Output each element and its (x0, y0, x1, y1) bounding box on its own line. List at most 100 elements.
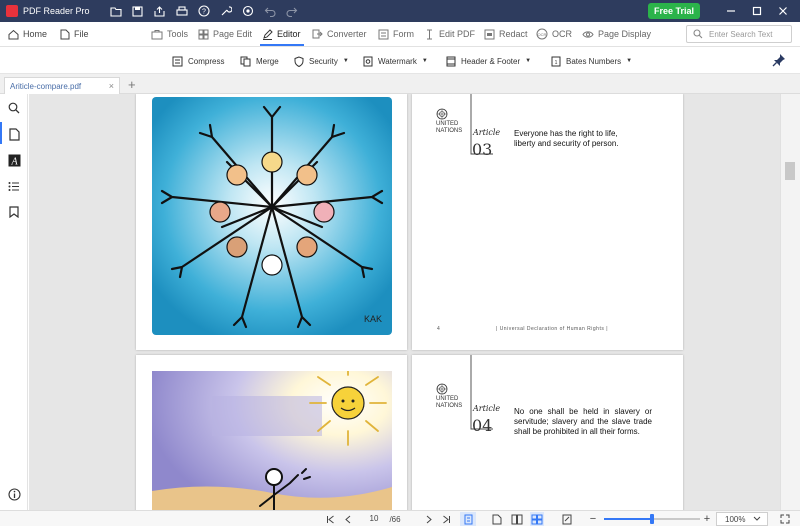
watermark-label: Watermark (378, 56, 417, 66)
minimize-icon[interactable] (718, 0, 744, 22)
menu-home[interactable]: Home (8, 25, 47, 43)
menu-edit-pdf[interactable]: Edit PDF (424, 25, 475, 43)
menu-redact-label: Redact (499, 29, 528, 39)
share-icon[interactable] (150, 1, 170, 21)
header-footer-icon (446, 56, 456, 66)
shield-icon (294, 55, 304, 67)
pdf-page-illustration-circle: KAK (136, 94, 407, 350)
current-page-input[interactable]: 10 (363, 512, 385, 525)
convert-icon (312, 29, 323, 38)
document-tab[interactable]: Ariticle-compare.pdf × (4, 77, 120, 94)
un-emblem-icon (436, 383, 448, 395)
last-page-icon[interactable] (440, 512, 452, 526)
menu-page-edit[interactable]: Page Edit (198, 25, 252, 43)
menu-edit-pdf-label: Edit PDF (439, 29, 476, 39)
watermark-icon (363, 56, 373, 66)
single-page-view-icon[interactable] (490, 512, 504, 526)
two-page-continuous-icon[interactable] (530, 512, 544, 526)
menu-editor[interactable]: Editor (262, 25, 301, 43)
toolbox-icon (151, 29, 163, 39)
menu-ocr[interactable]: OCR OCR (536, 25, 572, 43)
bates-numbers-label: Bates Numbers (566, 56, 622, 66)
header-footer-dropdown[interactable]: Header & Footer ▼ (446, 53, 531, 69)
text-icon[interactable]: A (6, 152, 22, 168)
watermark-dropdown[interactable]: Watermark ▼ (363, 53, 428, 69)
first-page-icon[interactable] (324, 512, 336, 526)
maximize-icon[interactable] (744, 0, 770, 22)
fullscreen-icon[interactable] (778, 512, 792, 526)
new-tab-button[interactable]: + (128, 77, 136, 92)
un-label-line2: NATIONS (436, 403, 463, 409)
search-input[interactable]: Enter Search Text (686, 25, 792, 43)
bates-numbers-dropdown[interactable]: 1 Bates Numbers ▼ (551, 53, 632, 69)
menu-file[interactable]: File (60, 25, 89, 43)
app-title: PDF Reader Pro (23, 6, 90, 16)
previous-page-icon[interactable] (342, 512, 354, 526)
menu-redact[interactable]: Redact (484, 25, 528, 43)
menu-converter[interactable]: Converter (312, 25, 367, 43)
free-trial-button[interactable]: Free Trial (648, 3, 700, 19)
save-icon[interactable] (128, 1, 148, 21)
search-icon (693, 29, 703, 39)
menu-page-edit-label: Page Edit (213, 29, 253, 39)
article-03-word: Article (473, 128, 501, 137)
pin-icon[interactable] (772, 53, 786, 67)
pdf-page-article-04: UNITED NATIONS Article 04 No one shall b… (412, 355, 683, 510)
help-icon[interactable]: ? (194, 1, 214, 21)
wrench-icon[interactable] (216, 1, 236, 21)
zoom-slider-handle[interactable] (650, 514, 654, 524)
bookmark-icon[interactable] (6, 204, 22, 220)
vertical-scrollbar[interactable] (780, 94, 800, 510)
two-page-view-icon[interactable] (510, 512, 524, 526)
children-circle-illustration: KAK (152, 97, 392, 335)
search-icon[interactable] (6, 100, 22, 116)
outline-list-icon[interactable] (6, 178, 22, 194)
caret-down-icon: ▼ (525, 58, 532, 64)
pdf-page-article-03: UNITED NATIONS Article 03 Everyone has t… (412, 94, 683, 350)
zoom-select[interactable]: 100% (716, 512, 768, 526)
security-dropdown[interactable]: Security ▼ (294, 53, 349, 69)
sidebar-active-indicator (0, 122, 2, 144)
page-thumbnails-icon[interactable] (6, 126, 22, 142)
page-footer-number: 4 (437, 326, 441, 332)
settings-icon[interactable] (238, 1, 258, 21)
next-page-icon[interactable] (422, 512, 434, 526)
active-tab-indicator (260, 44, 304, 46)
menu-page-display[interactable]: Page Display (582, 25, 651, 43)
document-canvas: KAK UNITED NATIONS Article 03 Everyone h… (29, 94, 780, 510)
open-folder-icon[interactable] (106, 1, 126, 21)
menu-page-display-label: Page Display (598, 29, 652, 39)
menu-ocr-label: OCR (552, 29, 572, 39)
zoom-in-icon[interactable]: + (702, 512, 712, 526)
scrollbar-thumb[interactable] (785, 162, 795, 180)
tab-close-icon[interactable]: × (109, 81, 114, 91)
menu-tools[interactable]: Tools (151, 25, 188, 43)
editor-subtoolbar: Compress Merge Security ▼ Watermark ▼ He… (0, 48, 800, 74)
print-icon[interactable] (172, 1, 192, 21)
un-label: UNITED NATIONS (436, 121, 462, 135)
document-tab-title: Ariticle-compare.pdf (10, 81, 82, 91)
crop-icon[interactable] (560, 512, 574, 526)
un-label: UNITED NATIONS (436, 396, 462, 410)
info-icon[interactable] (6, 486, 22, 502)
close-icon[interactable] (770, 0, 796, 22)
quick-toolbar: ? (106, 1, 302, 21)
zoom-slider[interactable] (604, 514, 700, 524)
caret-down-icon: ▼ (421, 58, 428, 64)
status-bar: 10 /66 − + 100% (0, 510, 800, 526)
zoom-value: 100% (725, 514, 746, 524)
menu-editor-label: Editor (277, 29, 301, 39)
search-placeholder: Enter Search Text (709, 29, 773, 39)
merge-button[interactable]: Merge (240, 53, 279, 69)
un-emblem-icon (436, 108, 448, 120)
undo-icon[interactable] (260, 1, 280, 21)
form-icon (378, 29, 389, 39)
document-tab-bar: Ariticle-compare.pdf × + (0, 74, 800, 94)
compress-button[interactable]: Compress (172, 53, 224, 69)
redact-icon (484, 29, 495, 39)
fit-page-icon[interactable] (460, 512, 476, 526)
menu-form[interactable]: Form (378, 25, 414, 43)
article-04-word: Article (473, 404, 501, 413)
zoom-out-icon[interactable]: − (588, 512, 598, 526)
redo-icon[interactable] (282, 1, 302, 21)
